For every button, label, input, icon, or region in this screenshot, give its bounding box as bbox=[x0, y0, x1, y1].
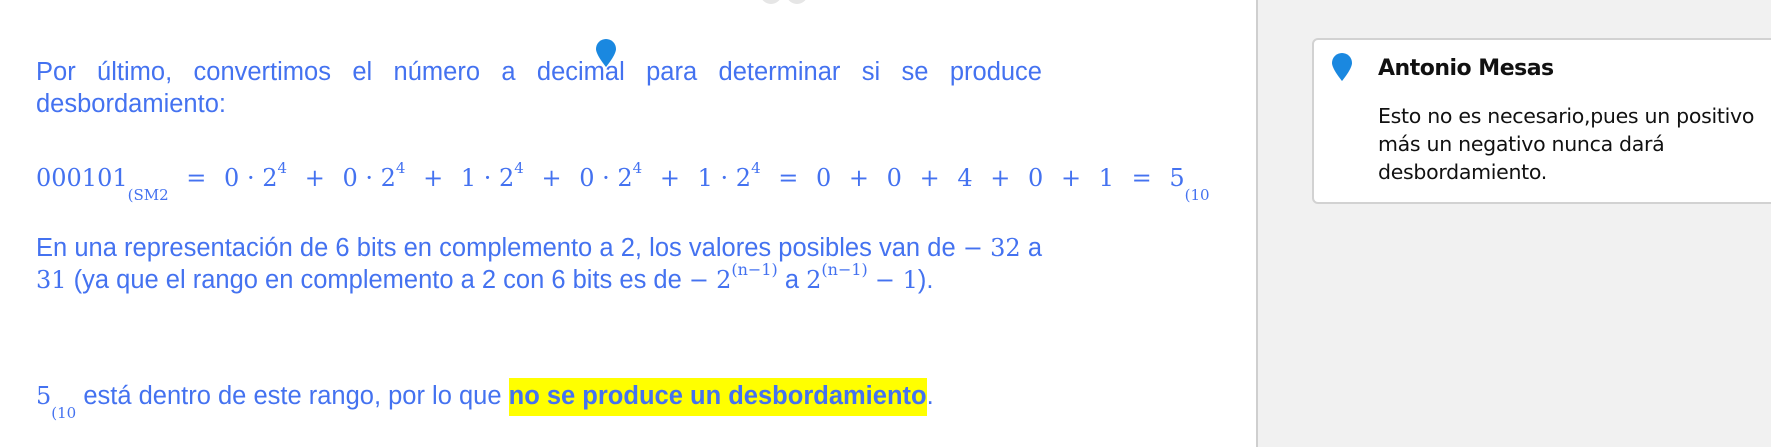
conclusion-value-base: (10 bbox=[51, 404, 77, 422]
term-digit: 1 bbox=[697, 164, 713, 192]
paragraph-range: En una representación de 6 bits en compl… bbox=[36, 232, 1042, 299]
binary-base-subscript: (SM2 bbox=[127, 186, 169, 204]
document-page: Por último, convertimos el número a deci… bbox=[0, 0, 1258, 447]
decimal-result: 5 bbox=[1169, 164, 1185, 192]
sum-term: 4 bbox=[957, 164, 973, 192]
term-digit: 0 bbox=[224, 164, 240, 192]
range-high-value: 31 bbox=[36, 266, 67, 294]
range-formula-exponent: (n−1) bbox=[821, 260, 868, 279]
range-explanation-text: (ya que el rango en complemento a 2 con … bbox=[73, 266, 682, 294]
paragraph-conversion: Por último, convertimos el número a deci… bbox=[36, 58, 1042, 118]
conclusion-value: 5 bbox=[36, 382, 52, 410]
range-connector: a bbox=[1027, 234, 1043, 262]
binary-number: 000101 bbox=[36, 164, 128, 192]
term-base: 2 bbox=[735, 164, 752, 192]
term-digit: 1 bbox=[460, 164, 477, 192]
range-low-value: 32 bbox=[990, 234, 1021, 262]
term-base: 2 bbox=[380, 164, 396, 192]
range-formula-base: 2 bbox=[716, 266, 732, 294]
conclusion-text: está dentro de este rango, por lo que bbox=[83, 382, 509, 410]
term-exponent: 4 bbox=[751, 159, 761, 177]
range-formula-tail: − 1 bbox=[874, 266, 918, 294]
term-base: 2 bbox=[262, 164, 278, 192]
term-base: 2 bbox=[617, 164, 633, 192]
range-connector: a bbox=[784, 266, 800, 294]
term-digit: 0 bbox=[579, 164, 595, 192]
range-formula-base: 2 bbox=[806, 266, 822, 294]
range-formula-exponent: (n−1) bbox=[731, 260, 778, 279]
comment-pin-icon bbox=[1330, 52, 1354, 87]
range-close: ). bbox=[917, 266, 934, 294]
term-exponent: 4 bbox=[632, 159, 643, 177]
term-digit: 0 bbox=[342, 164, 358, 192]
comment-author: Antonio Mesas bbox=[1378, 56, 1554, 81]
range-intro-text: En una representación de 6 bits en compl… bbox=[36, 234, 956, 262]
top-scroll-indicator bbox=[760, 0, 812, 9]
sum-term: 1 bbox=[1098, 164, 1114, 192]
sum-term: 0 bbox=[816, 164, 832, 192]
highlighted-conclusion: no se produce un desbordamiento bbox=[508, 378, 927, 416]
comment-body: Esto no es necesario,pues un positivo má… bbox=[1378, 104, 1755, 184]
minus-sign: − bbox=[962, 234, 983, 262]
term-exponent: 4 bbox=[277, 159, 288, 177]
conclusion-period: . bbox=[926, 382, 934, 410]
paragraph-conclusion: 5(10 está dentro de este rango, por lo q… bbox=[36, 378, 1042, 422]
term-exponent: 4 bbox=[514, 159, 524, 177]
sum-term: 0 bbox=[886, 164, 902, 192]
conversion-equation: 000101(SM2 = 0 · 24 + 0 · 24 + 1 · 24 + … bbox=[36, 159, 1210, 204]
term-exponent: 4 bbox=[395, 159, 406, 177]
term-base: 2 bbox=[499, 164, 515, 192]
range-formula-minus: − bbox=[688, 266, 709, 294]
decimal-base-subscript: (10 bbox=[1184, 186, 1210, 204]
comment-anchor-pin-icon[interactable] bbox=[594, 38, 618, 73]
sum-term: 0 bbox=[1028, 164, 1044, 192]
comment-card[interactable]: Antonio Mesas Esto no es necesario,pues … bbox=[1312, 38, 1771, 204]
